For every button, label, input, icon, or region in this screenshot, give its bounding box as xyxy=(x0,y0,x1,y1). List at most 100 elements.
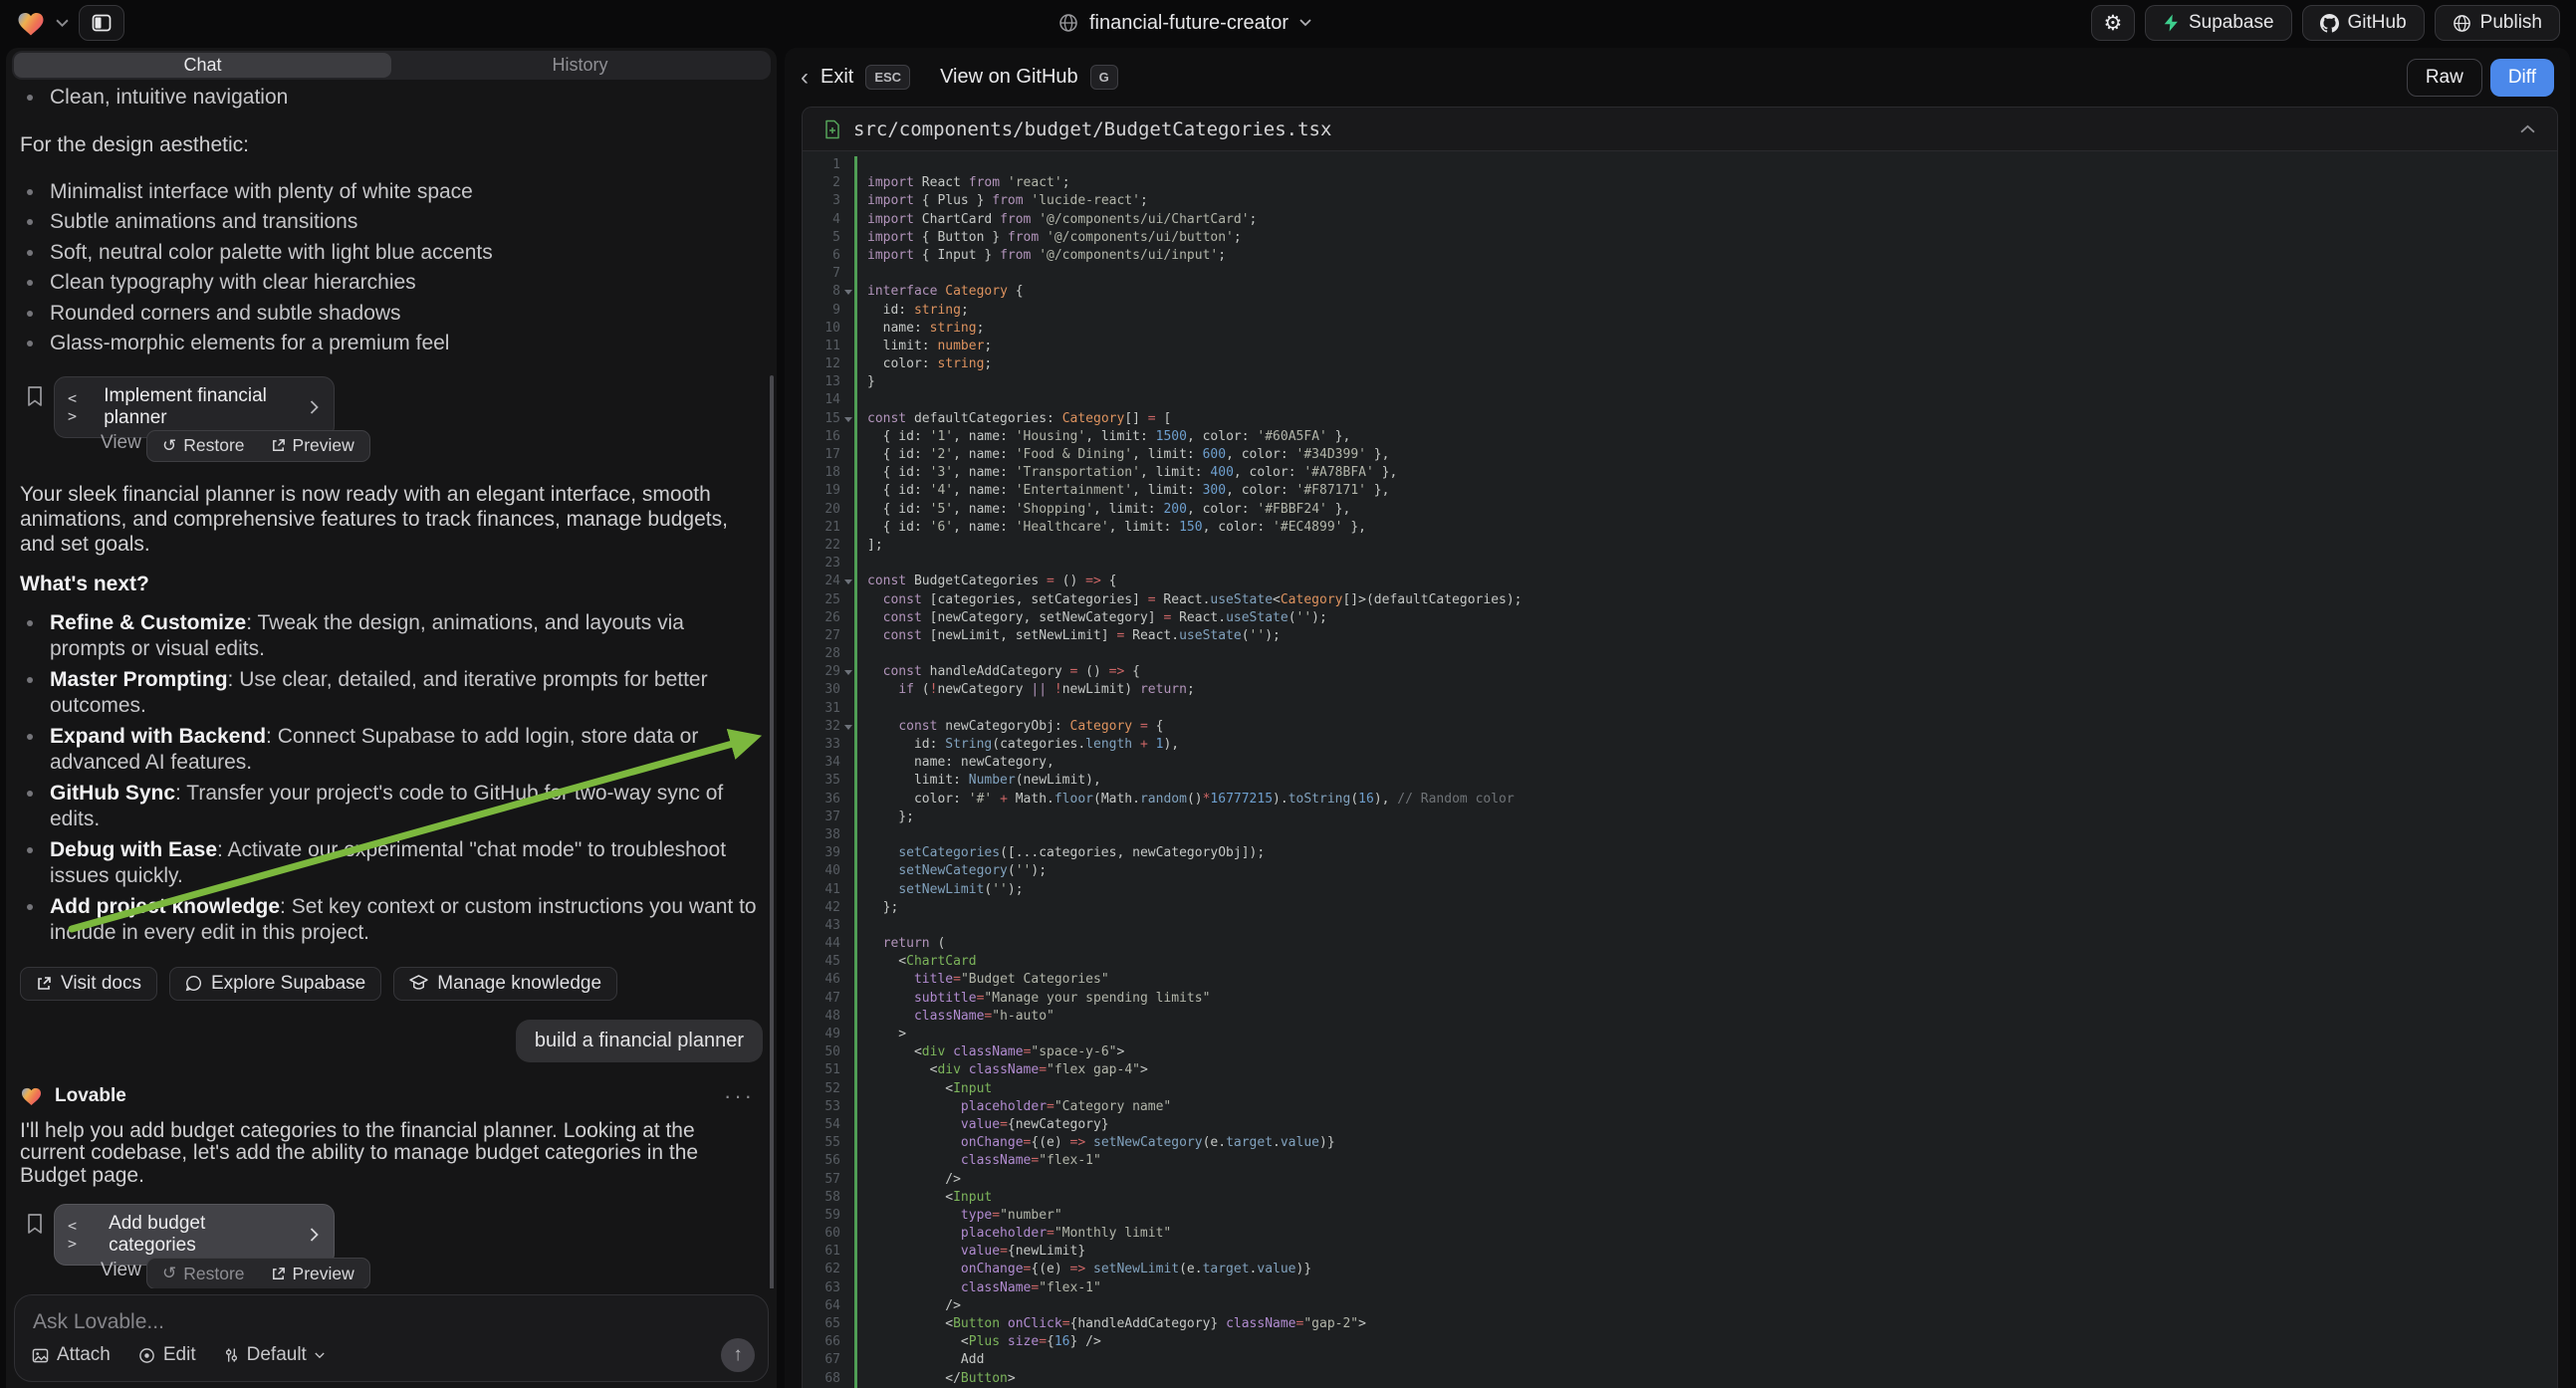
list-item: Soft, neutral color palette with light b… xyxy=(20,240,763,267)
code-line: 5 import { Button } from '@/components/u… xyxy=(803,229,2557,247)
model-selector[interactable]: Default xyxy=(224,1344,325,1366)
line-number: 68 xyxy=(803,1370,854,1388)
exit-button[interactable]: Exit xyxy=(820,66,853,89)
restore-button[interactable]: ↺ Restore xyxy=(162,435,245,456)
chat-panel: Chat History Clean, intuitive navigation… xyxy=(6,48,777,1388)
line-number: 35 xyxy=(803,772,854,790)
line-number: 23 xyxy=(803,555,854,573)
list-item: Master Prompting: Use clear, detailed, a… xyxy=(20,667,763,720)
line-number: 48 xyxy=(803,1008,854,1026)
send-button[interactable]: ↑ xyxy=(721,1338,755,1372)
preview-button[interactable]: Preview xyxy=(271,1264,354,1284)
bookmark-icon[interactable] xyxy=(26,385,44,407)
view-on-github-button[interactable]: View on GitHub xyxy=(940,66,1078,89)
added-file-icon xyxy=(824,119,840,139)
code-line: 53 placeholder="Category name" xyxy=(803,1098,2557,1116)
code-line: 56 className="flex-1" xyxy=(803,1152,2557,1170)
edit-card-implement-financial-planner[interactable]: < > Implement financial planner View cod… xyxy=(54,376,335,438)
code-line: 66 <Plus size={16} /> xyxy=(803,1333,2557,1351)
code-line: 60 placeholder="Monthly limit" xyxy=(803,1225,2557,1243)
code-line: 55 onChange={(e) => setNewCategory(e.tar… xyxy=(803,1134,2557,1152)
fold-toggle-icon[interactable] xyxy=(844,670,852,675)
code-line: 31 xyxy=(803,700,2557,718)
line-number: 19 xyxy=(803,482,854,500)
fold-toggle-icon[interactable] xyxy=(844,579,852,584)
line-number: 60 xyxy=(803,1225,854,1243)
list-item: Rounded corners and subtle shadows xyxy=(20,301,763,328)
collapse-chevron-up-icon[interactable] xyxy=(2520,124,2535,133)
explore-supabase-button[interactable]: Explore Supabase xyxy=(169,967,381,1001)
line-number: 11 xyxy=(803,338,854,355)
composer-input[interactable]: Ask Lovable... xyxy=(33,1310,750,1334)
code-line: 22 ]; xyxy=(803,537,2557,555)
code-editor[interactable]: 1 2 import React from 'react'; 3 impor xyxy=(803,151,2557,1388)
line-number: 33 xyxy=(803,736,854,754)
code-line: 48 className="h-auto" xyxy=(803,1008,2557,1026)
edit-card-add-budget-categories[interactable]: < > Add budget categories View code xyxy=(54,1204,335,1266)
github-icon xyxy=(2320,14,2339,33)
back-chevron-icon[interactable]: ‹ xyxy=(801,64,809,92)
supabase-bolt-icon xyxy=(2163,14,2180,32)
bullet-dot xyxy=(27,734,33,740)
code-line: 2 import React from 'react'; xyxy=(803,174,2557,192)
fold-toggle-icon[interactable] xyxy=(844,417,852,422)
code-line: 40 setNewCategory(''); xyxy=(803,862,2557,880)
bullet-dot xyxy=(27,311,33,317)
sidebar-panel-icon xyxy=(92,14,112,32)
bullet-dot xyxy=(27,677,33,683)
preview-button[interactable]: Preview xyxy=(271,435,354,456)
manage-knowledge-button[interactable]: Manage knowledge xyxy=(393,967,617,1001)
line-number: 41 xyxy=(803,881,854,899)
line-number: 54 xyxy=(803,1116,854,1134)
project-switcher[interactable]: financial-future-creator xyxy=(1058,0,1311,46)
visit-docs-button[interactable]: Visit docs xyxy=(20,967,157,1001)
chevron-down-icon xyxy=(315,1352,325,1359)
restore-button[interactable]: ↺ Restore xyxy=(162,1264,245,1284)
file-header[interactable]: src/components/budget/BudgetCategories.t… xyxy=(803,108,2557,151)
code-line: 13 } xyxy=(803,373,2557,391)
line-number: 65 xyxy=(803,1315,854,1333)
code-line: 19 { id: '4', name: 'Entertainment', lim… xyxy=(803,482,2557,500)
line-number: 18 xyxy=(803,464,854,482)
tab-history[interactable]: History xyxy=(391,53,769,78)
whats-next-heading: What's next? xyxy=(20,573,763,596)
line-number: 1 xyxy=(803,156,854,174)
chat-scrollbar[interactable] xyxy=(770,375,774,1288)
line-number: 3 xyxy=(803,192,854,210)
chat-composer[interactable]: Ask Lovable... Attach Edit xyxy=(14,1294,769,1382)
assistant-header: Lovable ··· xyxy=(20,1083,763,1109)
fold-toggle-icon[interactable] xyxy=(844,725,852,730)
diff-toggle-button[interactable]: Diff xyxy=(2490,59,2554,97)
code-icon: < > xyxy=(68,389,93,425)
more-options-icon[interactable]: ··· xyxy=(724,1083,755,1109)
line-number: 32 xyxy=(803,718,854,736)
chat-tabbar: Chat History xyxy=(12,51,771,80)
edit-mode-button[interactable]: Edit xyxy=(138,1344,196,1366)
gear-icon: ⚙ xyxy=(2104,11,2123,36)
line-number: 9 xyxy=(803,302,854,320)
bullet-dot xyxy=(27,280,33,286)
lovable-logo-heart-icon[interactable] xyxy=(16,9,46,37)
assistant-name: Lovable xyxy=(55,1085,126,1107)
tab-chat[interactable]: Chat xyxy=(14,53,391,78)
line-number: 17 xyxy=(803,446,854,464)
assistant-paragraph: I'll help you add budget categories to t… xyxy=(20,1120,763,1188)
raw-toggle-button[interactable]: Raw xyxy=(2407,59,2482,97)
project-name: financial-future-creator xyxy=(1089,12,1288,35)
attach-button[interactable]: Attach xyxy=(32,1344,111,1366)
github-button[interactable]: GitHub xyxy=(2302,5,2425,41)
code-line: 68 </Button> xyxy=(803,1370,2557,1388)
graduation-cap-icon xyxy=(409,975,428,992)
supabase-button[interactable]: Supabase xyxy=(2145,5,2292,41)
chat-scroll-area: Clean, intuitive navigation For the desi… xyxy=(6,80,777,1288)
settings-button[interactable]: ⚙ xyxy=(2091,5,2135,41)
fold-toggle-icon[interactable] xyxy=(844,290,852,295)
publish-button[interactable]: Publish xyxy=(2435,5,2560,41)
code-line: 62 onChange={(e) => setNewLimit(e.target… xyxy=(803,1261,2557,1278)
logo-chevron-down-icon[interactable] xyxy=(56,19,69,28)
file-path: src/components/budget/BudgetCategories.t… xyxy=(853,118,1331,140)
toggle-sidebar-button[interactable] xyxy=(79,5,124,41)
topbar: financial-future-creator ⚙ Supabase GitH… xyxy=(0,0,2576,46)
code-line: 51 <div className="flex gap-4"> xyxy=(803,1061,2557,1079)
bookmark-icon[interactable] xyxy=(26,1213,44,1235)
